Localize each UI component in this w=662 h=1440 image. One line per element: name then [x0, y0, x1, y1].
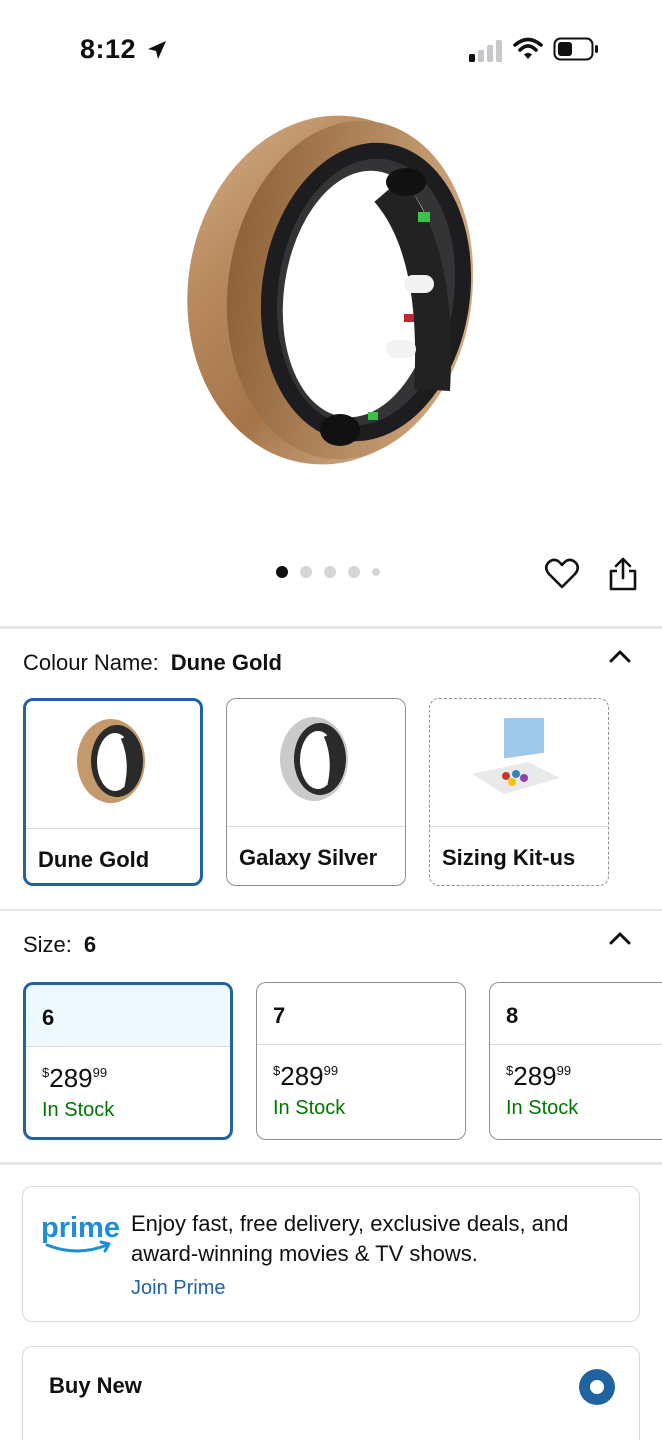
- stock-status: In Stock: [506, 1097, 579, 1119]
- colour-selected-value: Dune Gold: [170, 650, 282, 675]
- prime-upsell: prime Enjoy fast, free delivery, exclusi…: [22, 1186, 640, 1322]
- status-bar: 8:12: [0, 0, 662, 100]
- heart-icon[interactable]: [544, 556, 580, 592]
- colour-option-label: Dune Gold: [38, 847, 150, 872]
- size-option-8[interactable]: 8 $28999 In Stock: [489, 982, 662, 1140]
- size-price: $28999: [42, 1063, 108, 1093]
- section-divider: [0, 626, 662, 629]
- ring-illustration: [187, 115, 474, 465]
- swatch-thumbnail: [227, 699, 405, 827]
- colour-option-label: Galaxy Silver: [239, 845, 378, 870]
- wifi-icon: [513, 37, 543, 59]
- sizing-kit-thumbnail: [472, 717, 560, 794]
- swatch-thumbnail: [26, 701, 200, 829]
- swatch-thumbnail: [430, 699, 608, 827]
- product-image[interactable]: [0, 100, 662, 530]
- size-value: 8: [490, 983, 662, 1045]
- colour-option-sizing-kit[interactable]: Sizing Kit-us: [429, 698, 609, 886]
- stock-status: In Stock: [273, 1097, 346, 1119]
- svg-text:prime: prime: [41, 1212, 119, 1244]
- carousel-dot[interactable]: [324, 566, 336, 578]
- cellular-signal-icon: [469, 40, 502, 62]
- status-time: 8:12: [80, 34, 137, 64]
- carousel-dot[interactable]: [372, 568, 380, 576]
- colour-option-galaxy-silver[interactable]: Galaxy Silver: [226, 698, 406, 886]
- colour-option-dune-gold[interactable]: Dune Gold: [23, 698, 203, 886]
- colour-label: Colour Name:: [23, 650, 159, 675]
- location-arrow-icon: [148, 41, 166, 59]
- size-option-7[interactable]: 7 $28999 In Stock: [256, 982, 466, 1140]
- carousel-dot[interactable]: [348, 566, 360, 578]
- size-row: Size: 6: [23, 932, 96, 958]
- size-price: $28999: [273, 1061, 339, 1091]
- stock-status: In Stock: [42, 1099, 115, 1121]
- buy-new-radio[interactable]: [579, 1369, 615, 1405]
- battery-icon: [553, 37, 598, 61]
- prime-logo: prime: [41, 1212, 119, 1253]
- section-divider: [0, 909, 662, 911]
- size-option-6[interactable]: 6 $28999 In Stock: [23, 982, 233, 1140]
- buy-new-title: Buy New: [49, 1373, 142, 1398]
- silver-ring-thumbnail: [280, 716, 348, 801]
- size-value: 7: [257, 983, 465, 1045]
- carousel-indicator: [276, 566, 380, 578]
- buy-new-option[interactable]: Buy New: [22, 1346, 640, 1440]
- carousel-dot[interactable]: [276, 566, 288, 578]
- size-price: $28999: [506, 1061, 572, 1091]
- chevron-up-icon[interactable]: [606, 646, 634, 666]
- chevron-up-icon[interactable]: [606, 928, 634, 948]
- share-icon[interactable]: [606, 556, 640, 592]
- carousel-dot[interactable]: [300, 566, 312, 578]
- prime-message: Enjoy fast, free delivery, exclusive dea…: [131, 1211, 569, 1266]
- size-label: Size:: [23, 932, 72, 957]
- size-value: 6: [26, 985, 230, 1047]
- section-divider: [0, 1162, 662, 1165]
- gold-ring-thumbnail: [77, 718, 145, 803]
- join-prime-link[interactable]: Join Prime: [131, 1277, 225, 1300]
- colour-row: Colour Name: Dune Gold: [23, 650, 282, 676]
- colour-option-label: Sizing Kit-us: [442, 845, 576, 870]
- size-selected-value: 6: [83, 932, 97, 957]
